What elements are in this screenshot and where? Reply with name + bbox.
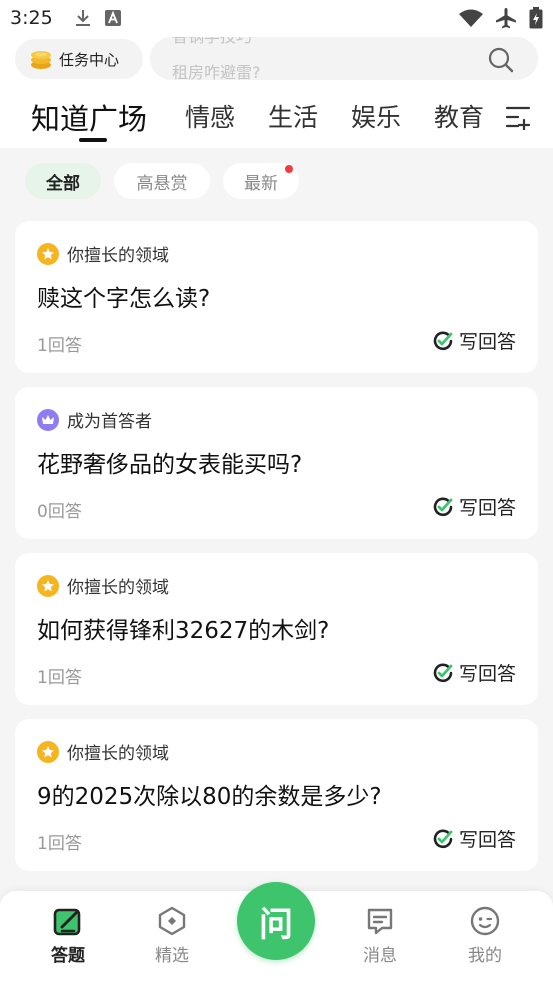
answer-count: 1回答 (37, 834, 82, 854)
tab-education[interactable]: 教育 (434, 98, 484, 134)
card-tag: 你擅长的领域 (37, 573, 169, 598)
task-center-label: 任务中心 (59, 50, 120, 69)
tab-entertainment[interactable]: 娱乐 (351, 98, 401, 134)
question-title[interactable]: 花野奢侈品的女表能买吗? (37, 445, 302, 479)
search-box[interactable]: 香锅学技巧 租房咋避雷? (150, 37, 538, 80)
answer-icon (53, 908, 81, 936)
filter-latest-label: 最新 (244, 173, 278, 194)
nav-profile[interactable]: 我的 (450, 905, 520, 966)
star-icon (37, 574, 59, 597)
filter-latest[interactable]: 最新 (223, 163, 299, 199)
write-answer-label: 写回答 (458, 663, 516, 685)
featured-icon (158, 906, 186, 936)
question-title[interactable]: 9的2025次除以80的余数是多少? (37, 777, 382, 811)
filter-all-label: 全部 (46, 173, 80, 194)
filter-high-reward-label: 高悬赏 (136, 173, 188, 194)
write-answer-button[interactable]: 写回答 (433, 327, 516, 354)
write-answer-icon (433, 829, 453, 848)
nav-messages-label: 消息 (363, 946, 397, 966)
nav-featured-label: 精选 (155, 946, 189, 966)
status-time: 3:25 (10, 7, 53, 29)
answer-count: 1回答 (37, 336, 82, 356)
more-tabs-icon[interactable] (505, 104, 531, 130)
write-answer-icon (433, 497, 453, 516)
star-icon (37, 740, 59, 763)
tab-emotion[interactable]: 情感 (185, 98, 235, 134)
task-center-button[interactable]: 任务中心 (15, 39, 143, 79)
question-title[interactable]: 赎这个字怎么读? (37, 279, 210, 313)
download-icon (75, 10, 90, 26)
battery-icon (529, 7, 543, 29)
filter-high-reward[interactable]: 高悬赏 (114, 163, 210, 199)
question-title[interactable]: 如何获得锋利32627的木剑? (37, 611, 329, 645)
card-tag-label: 你擅长的领域 (67, 578, 169, 598)
search-icon[interactable] (488, 47, 514, 73)
card-tag-label: 你擅长的领域 (67, 246, 169, 266)
star-icon (37, 242, 59, 265)
crown-icon (37, 408, 59, 431)
write-answer-label: 写回答 (458, 331, 516, 353)
write-answer-label: 写回答 (458, 497, 516, 519)
tab-plaza[interactable]: 知道广场 (31, 96, 147, 138)
nav-profile-label: 我的 (468, 946, 502, 966)
active-tab-indicator (79, 138, 107, 142)
coins-icon (31, 51, 51, 69)
new-badge-dot (285, 165, 293, 173)
question-card[interactable]: 你擅长的领域 赎这个字怎么读? 1回答 写回答 (15, 221, 538, 373)
header: 任务中心 香锅学技巧 租房咋避雷? 知道广场 情感 生活 娱乐 教育 (0, 36, 553, 148)
answer-count: 1回答 (37, 668, 82, 688)
status-bar: 3:25 (0, 0, 553, 36)
filter-all[interactable]: 全部 (25, 163, 101, 199)
question-card[interactable]: 你擅长的领域 如何获得锋利32627的木剑? 1回答 写回答 (15, 553, 538, 705)
card-tag: 成为首答者 (37, 407, 152, 432)
nav-answer-label: 答题 (51, 946, 85, 966)
wifi-icon (459, 9, 483, 27)
keyboard-a-icon (104, 10, 121, 26)
question-card[interactable]: 你擅长的领域 9的2025次除以80的余数是多少? 1回答 写回答 (15, 719, 538, 871)
write-answer-button[interactable]: 写回答 (433, 659, 516, 686)
write-answer-button[interactable]: 写回答 (433, 493, 516, 520)
nav-featured[interactable]: 精选 (137, 905, 207, 966)
filter-bar: 全部 高悬赏 最新 (0, 148, 553, 208)
message-icon (367, 908, 393, 935)
category-tabs: 知道广场 情感 生活 娱乐 教育 (0, 98, 553, 146)
write-answer-label: 写回答 (458, 829, 516, 851)
ask-question-label: 问 (259, 904, 293, 945)
ask-question-button[interactable]: 问 (237, 882, 315, 960)
search-hint-current: 租房咋避雷? (172, 63, 261, 80)
answer-count: 0回答 (37, 502, 82, 522)
question-card[interactable]: 成为首答者 花野奢侈品的女表能买吗? 0回答 写回答 (15, 387, 538, 539)
card-tag: 你擅长的领域 (37, 241, 169, 266)
write-answer-button[interactable]: 写回答 (433, 825, 516, 852)
card-tag: 你擅长的领域 (37, 739, 169, 764)
card-tag-label: 成为首答者 (67, 412, 152, 432)
search-hint-previous: 香锅学技巧 (172, 37, 252, 47)
write-answer-icon (433, 663, 453, 682)
card-tag-label: 你擅长的领域 (67, 744, 169, 764)
nav-answer[interactable]: 答题 (33, 905, 103, 966)
airplane-icon (496, 8, 516, 29)
write-answer-icon (433, 331, 453, 350)
profile-icon (470, 906, 500, 936)
tab-life[interactable]: 生活 (268, 98, 318, 134)
nav-messages[interactable]: 消息 (345, 905, 415, 966)
